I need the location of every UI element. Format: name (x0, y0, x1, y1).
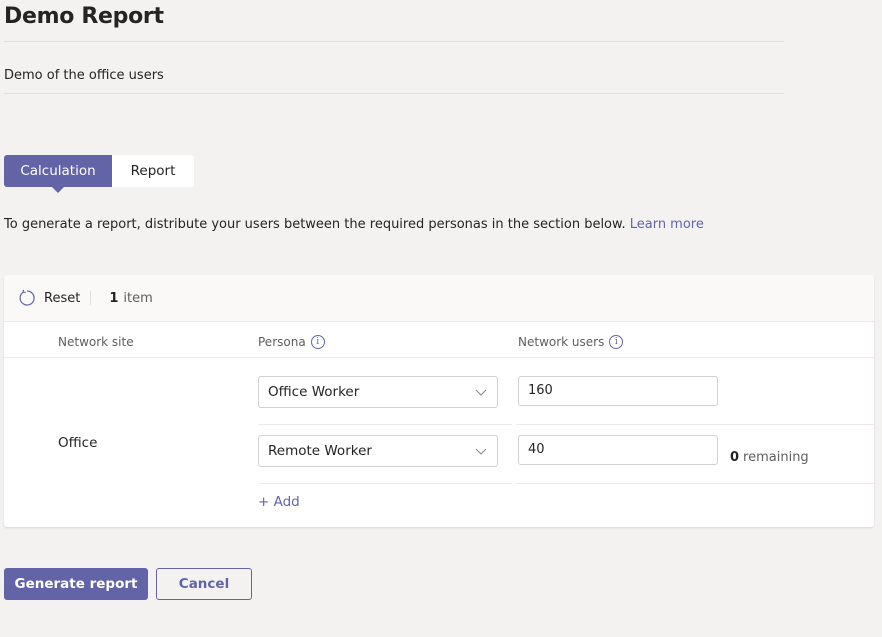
network-users-input[interactable]: 160 (518, 376, 718, 406)
info-icon[interactable]: i (310, 335, 325, 349)
reset-icon (19, 289, 35, 306)
page-description: Demo of the office users (4, 68, 164, 83)
persona-distribution-panel: Reset 1 item Network site Persona i Netwo… (4, 275, 874, 527)
persona-dropdown-value: Office Worker (268, 384, 360, 400)
column-header-persona: Persona i (258, 335, 325, 349)
chevron-down-icon (475, 448, 487, 455)
reset-button[interactable]: Reset (18, 289, 80, 307)
row-divider (258, 424, 512, 425)
row-divider (516, 424, 874, 425)
description-divider (4, 93, 784, 94)
persona-dropdown[interactable]: Remote Worker (258, 435, 498, 467)
column-label: Network site (58, 335, 134, 349)
toolbar-separator (90, 291, 92, 305)
table-header: Network site Persona i Network users i (4, 323, 874, 358)
info-icon[interactable]: i (609, 335, 624, 349)
column-header-network-site: Network site (58, 335, 134, 349)
tab-calculation[interactable]: Calculation (4, 155, 112, 193)
column-label: Persona (258, 335, 306, 349)
reset-label: Reset (44, 290, 81, 306)
page-title: Demo Report (4, 4, 164, 29)
title-divider (4, 41, 784, 42)
table-toolbar: Reset 1 item (4, 275, 874, 322)
generate-report-button[interactable]: Generate report (4, 568, 148, 600)
item-count-label: item (123, 290, 153, 306)
intro-text: To generate a report, distribute your us… (4, 217, 704, 232)
row-divider (258, 483, 512, 484)
chevron-down-icon (475, 389, 487, 396)
persona-dropdown[interactable]: Office Worker (258, 376, 498, 408)
remaining-count: 0 (730, 450, 740, 465)
tab-report[interactable]: Report (112, 155, 194, 187)
add-persona-button[interactable]: + Add (258, 494, 300, 510)
network-site-cell: Office (58, 435, 98, 451)
remaining-label: remaining (743, 450, 809, 465)
intro-description: To generate a report, distribute your us… (4, 217, 630, 232)
item-count: 1 item (109, 291, 152, 306)
remaining-users: 0 remaining (730, 450, 809, 465)
persona-dropdown-value: Remote Worker (268, 443, 372, 459)
item-count-number: 1 (109, 290, 119, 306)
column-label: Network users (518, 335, 605, 349)
tab-list: Calculation Report (4, 155, 194, 193)
cancel-button[interactable]: Cancel (156, 568, 252, 600)
learn-more-link[interactable]: Learn more (630, 217, 704, 232)
row-divider (516, 483, 874, 484)
network-users-input[interactable]: 40 (518, 435, 718, 465)
column-header-network-users: Network users i (518, 335, 624, 349)
